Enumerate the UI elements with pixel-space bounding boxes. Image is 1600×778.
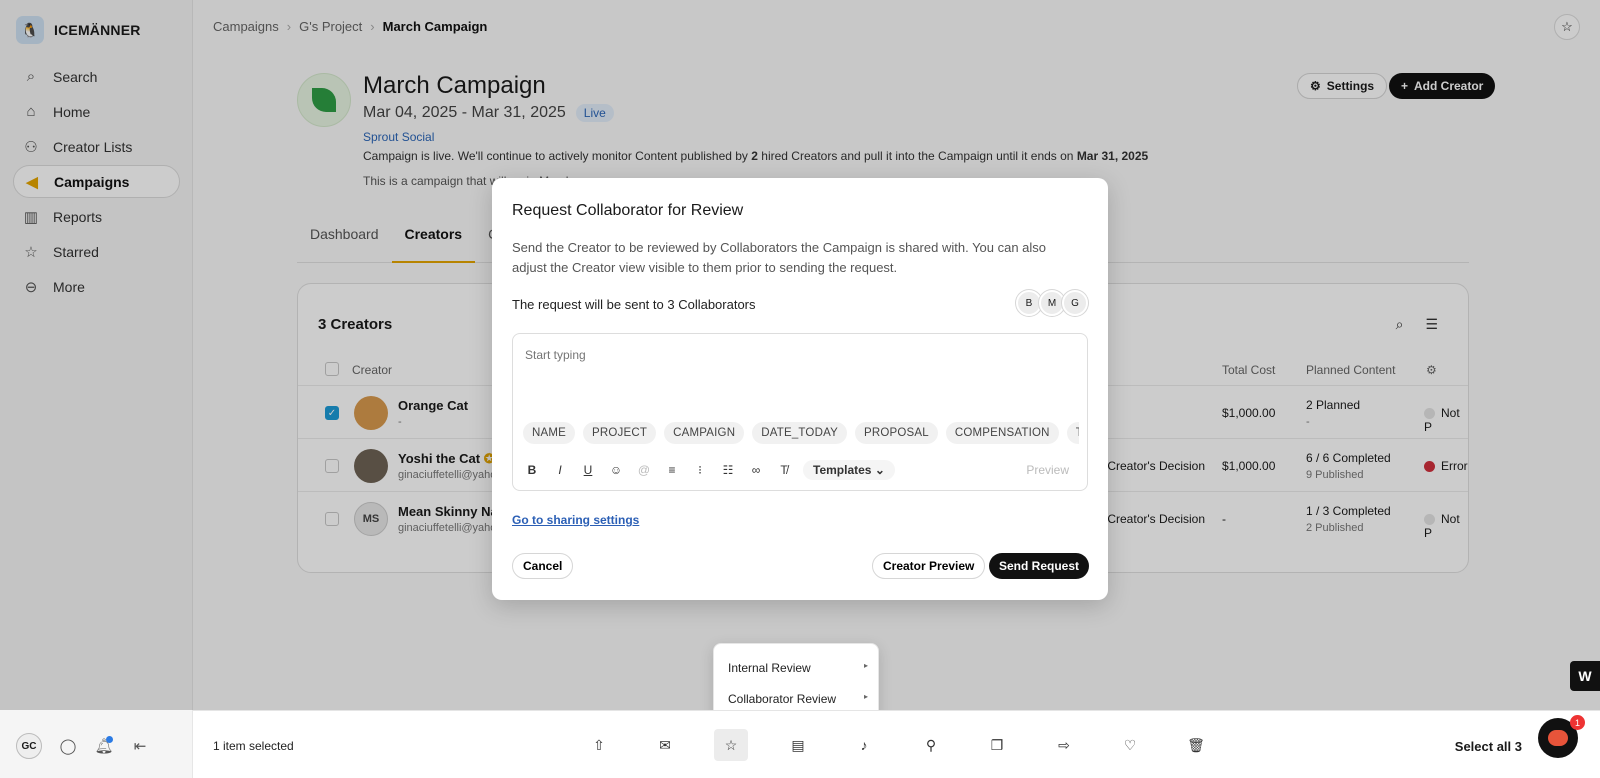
document-icon[interactable]: ▤ bbox=[781, 729, 815, 761]
w-extension-icon[interactable]: W bbox=[1570, 661, 1600, 691]
request-collaborator-modal: Request Collaborator for Review Send the… bbox=[492, 178, 1108, 600]
link-icon[interactable]: ∞ bbox=[747, 463, 765, 477]
variable-chip-compensation[interactable]: COMPENSATION bbox=[945, 422, 1059, 444]
variable-chip-name[interactable]: NAME bbox=[523, 422, 576, 444]
bold-icon[interactable]: B bbox=[523, 463, 541, 477]
bulk-action-bar: 1 item selected ⇧ ✉ ☆ ▤ ♪ ⚲ ❐ ⇨ ♡ 🗑︎ Sel… bbox=[193, 710, 1600, 778]
heart-icon[interactable]: ♡ bbox=[1113, 729, 1147, 761]
avatar[interactable]: GC bbox=[16, 733, 42, 759]
underline-icon[interactable]: U bbox=[579, 463, 597, 477]
variable-chips: NAME PROJECT CAMPAIGN DATE_TODAY PROPOSA… bbox=[523, 422, 1079, 446]
menu-item-collaborator-review[interactable]: Collaborator Review ▸ bbox=[728, 692, 868, 706]
sharing-settings-link[interactable]: Go to sharing settings bbox=[512, 513, 639, 527]
sidebar-footer: GC ◯ 🔔︎ ⇤ bbox=[16, 733, 150, 759]
cancel-button[interactable]: Cancel bbox=[512, 553, 574, 579]
bell-icon[interactable]: ♪ bbox=[847, 729, 881, 761]
bullet-list-icon[interactable]: ⁝ bbox=[691, 463, 709, 477]
emoji-icon[interactable]: ☺ bbox=[607, 463, 625, 477]
chevron-right-icon: ▸ bbox=[863, 692, 868, 701]
chat-bubble-icon bbox=[1548, 730, 1568, 746]
italic-icon[interactable]: I bbox=[551, 463, 569, 477]
menu-item-internal-review[interactable]: Internal Review ▸ bbox=[728, 661, 868, 675]
mail-icon[interactable]: ✉ bbox=[648, 729, 682, 761]
selected-count: 1 item selected bbox=[213, 739, 294, 753]
message-input[interactable] bbox=[525, 348, 1075, 362]
send-request-button[interactable]: Send Request bbox=[989, 553, 1090, 579]
modal-description: Send the Creator to be reviewed by Colla… bbox=[512, 240, 1047, 275]
mention-icon[interactable]: @ bbox=[635, 463, 653, 477]
export-icon[interactable]: ⇧ bbox=[582, 729, 616, 761]
menu-item-label: Internal Review bbox=[728, 661, 811, 675]
editor-toolbar: B I U ☺ @ ≡ ⁝ ☷ ∞ T̸ Templates ⌄ Preview bbox=[523, 458, 1079, 482]
chevron-right-icon: ▸ bbox=[863, 661, 868, 670]
collaborator-avatars: B M G bbox=[1016, 290, 1088, 316]
modal-title: Request Collaborator for Review bbox=[512, 202, 744, 219]
avatar[interactable]: G bbox=[1062, 290, 1088, 316]
chat-unread-badge: 1 bbox=[1570, 715, 1585, 730]
bell-icon[interactable]: 🔔︎ bbox=[94, 736, 114, 755]
variable-chip-truncated[interactable]: TI bbox=[1066, 422, 1079, 444]
trash-icon[interactable]: 🗑︎ bbox=[1179, 729, 1213, 761]
select-all-button[interactable]: Select all 3 bbox=[1455, 739, 1522, 754]
variable-chip-campaign[interactable]: CAMPAIGN bbox=[664, 422, 745, 444]
align-left-icon[interactable]: ≡ bbox=[663, 463, 681, 477]
menu-item-label: Collaborator Review bbox=[728, 692, 837, 706]
templates-dropdown[interactable]: Templates ⌄ bbox=[803, 460, 895, 480]
assign-user-icon[interactable]: ⚲ bbox=[914, 729, 948, 761]
collapse-sidebar-icon[interactable]: ⇤ bbox=[130, 737, 150, 755]
variable-chip-project[interactable]: PROJECT bbox=[583, 422, 657, 444]
chat-icon[interactable]: ◯ bbox=[58, 737, 78, 755]
templates-label: Templates bbox=[813, 463, 872, 477]
message-editor: NAME PROJECT CAMPAIGN DATE_TODAY PROPOSA… bbox=[512, 333, 1088, 491]
creator-preview-button[interactable]: Creator Preview bbox=[872, 553, 986, 579]
recipients-text: The request will be sent to 3 Collaborat… bbox=[512, 297, 756, 312]
notification-dot bbox=[106, 736, 113, 743]
preview-button[interactable]: Preview bbox=[1026, 463, 1079, 477]
star-icon[interactable]: ☆ bbox=[714, 729, 748, 761]
copy-icon[interactable]: ❐ bbox=[980, 729, 1014, 761]
clear-format-icon[interactable]: T̸ bbox=[775, 463, 793, 477]
chevron-down-icon: ⌄ bbox=[874, 463, 885, 477]
move-file-icon[interactable]: ⇨ bbox=[1047, 729, 1081, 761]
numbered-list-icon[interactable]: ☷ bbox=[719, 463, 737, 477]
variable-chip-date-today[interactable]: DATE_TODAY bbox=[752, 422, 847, 444]
variable-chip-proposal[interactable]: PROPOSAL bbox=[854, 422, 938, 444]
